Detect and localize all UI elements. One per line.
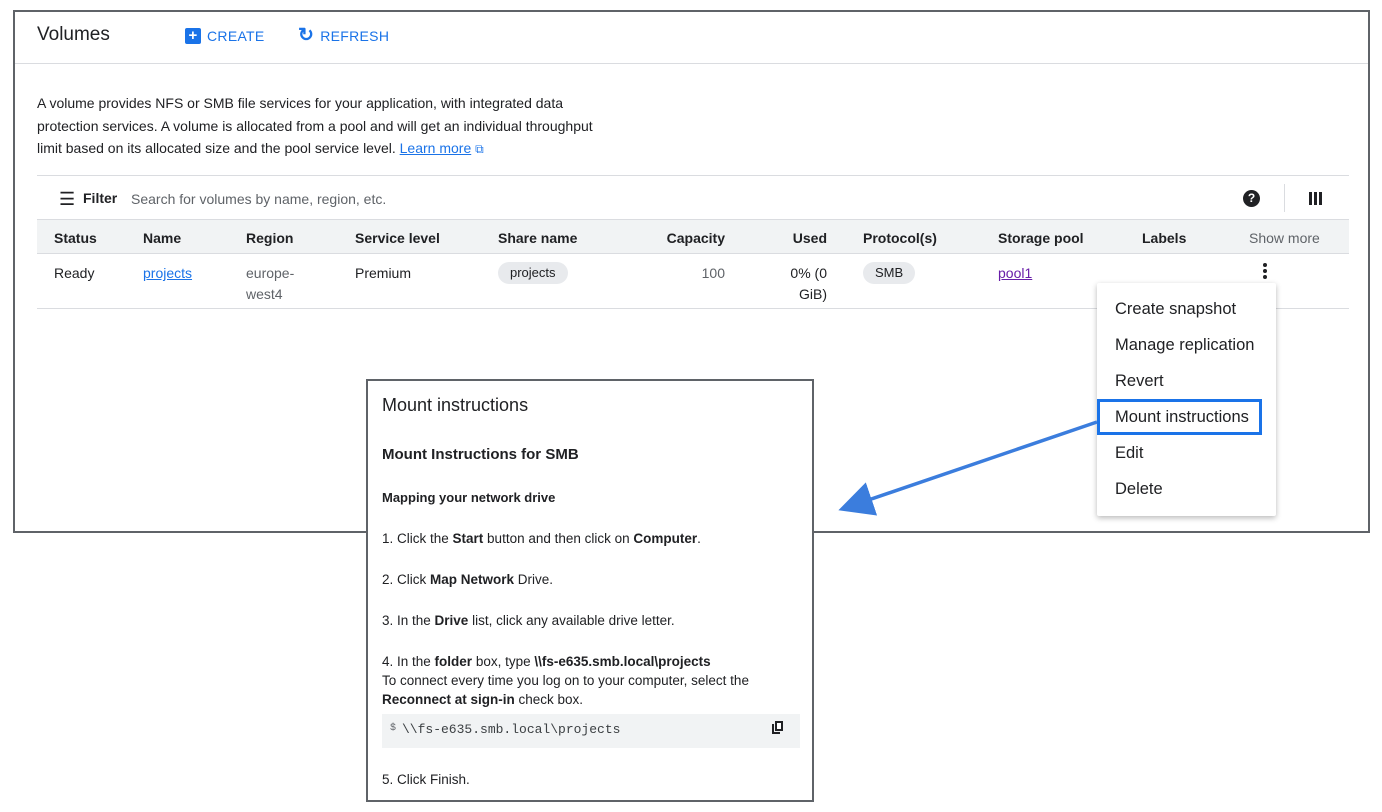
- toolbar-divider: [1284, 184, 1285, 212]
- menu-item-create-snapshot[interactable]: Create snapshot: [1097, 291, 1276, 327]
- column-header-name[interactable]: Name: [143, 230, 181, 246]
- plus-icon: +: [185, 28, 201, 44]
- menu-item-mount-instructions[interactable]: Mount instructions: [1097, 399, 1262, 435]
- column-header-used[interactable]: Used: [757, 230, 827, 246]
- step-4-path: \\fs-e635.smb.local\projects: [534, 654, 711, 669]
- volume-description: A volume provides NFS or SMB file servic…: [37, 92, 597, 161]
- create-button[interactable]: + CREATE: [185, 28, 265, 44]
- step-4-text-g: check box.: [514, 692, 584, 707]
- column-header-share-name[interactable]: Share name: [498, 230, 577, 246]
- mount-instructions-dialog: Mount instructions Mount Instructions fo…: [366, 379, 814, 802]
- dialog-title: Mount instructions: [382, 395, 529, 415]
- step-4-text-a: 4. In the: [382, 654, 435, 669]
- column-header-status[interactable]: Status: [54, 230, 97, 246]
- capacity-cell: 100: [701, 265, 725, 281]
- page-header: Volumes + CREATE ↻ REFRESH: [15, 12, 1368, 64]
- step-1-start: Start: [452, 531, 484, 546]
- step-4-reconnect: Reconnect at sign-in: [382, 692, 515, 707]
- step-3-text-a: 3. In the: [382, 613, 435, 628]
- step-2: 2. Click Map Network Drive.: [382, 570, 802, 589]
- column-header-service-level[interactable]: Service level: [355, 230, 440, 246]
- menu-item-delete[interactable]: Delete: [1097, 471, 1276, 507]
- step-3: 3. In the Drive list, click any availabl…: [382, 611, 802, 630]
- column-header-storage-pool[interactable]: Storage pool: [998, 230, 1084, 246]
- refresh-button[interactable]: ↻ REFRESH: [298, 26, 389, 45]
- protocol-chip: SMB: [863, 262, 916, 284]
- volume-name-link[interactable]: projects: [143, 263, 192, 284]
- step-1: 1. Click the Start button and then click…: [382, 529, 802, 548]
- column-header-capacity[interactable]: Capacity: [637, 230, 725, 246]
- mount-command-text[interactable]: \\fs-e635.smb.local\projects: [402, 722, 620, 737]
- step-2-text-c: Drive.: [514, 572, 554, 587]
- table-header: Status Name Region Service level Share n…: [37, 220, 1349, 254]
- region-line-1: europe-: [246, 265, 295, 281]
- step-4-text-e: To connect every time you log on to your…: [382, 673, 749, 688]
- step-4-folder: folder: [434, 654, 473, 669]
- step-4: 4. In the folder box, type \\fs-e635.smb…: [382, 652, 802, 709]
- column-header-protocols[interactable]: Protocol(s): [863, 230, 937, 246]
- page-title: Volumes: [37, 24, 110, 45]
- help-icon[interactable]: ?: [1243, 190, 1260, 207]
- row-actions-menu: Create snapshot Manage replication Rever…: [1097, 283, 1276, 516]
- region-cell: europe- west4: [246, 263, 294, 305]
- share-name-chip: projects: [498, 262, 568, 284]
- code-prompt: $: [390, 723, 397, 734]
- menu-item-manage-replication[interactable]: Manage replication: [1097, 327, 1276, 363]
- step-1-computer: Computer: [633, 531, 698, 546]
- step-2-map-network: Map Network: [430, 572, 515, 587]
- refresh-button-label: REFRESH: [320, 27, 390, 44]
- filter-label[interactable]: Filter: [83, 190, 117, 206]
- filter-search-input[interactable]: [129, 187, 529, 211]
- column-display-icon[interactable]: [1309, 192, 1322, 205]
- filter-icon[interactable]: ☰: [59, 189, 75, 210]
- learn-more-link[interactable]: Learn more: [400, 140, 472, 156]
- column-header-labels[interactable]: Labels: [1142, 230, 1186, 246]
- step-1-text-a: 1. Click the: [382, 531, 453, 546]
- show-more-columns[interactable]: Show more: [1249, 230, 1320, 246]
- step-5: 5. Click Finish.: [382, 772, 470, 787]
- service-level-cell: Premium: [355, 265, 412, 281]
- external-link-icon: ⧉: [475, 142, 484, 156]
- filter-bar: ☰ Filter ?: [37, 175, 1349, 220]
- dialog-section-heading: Mapping your network drive: [382, 490, 556, 505]
- menu-item-edit[interactable]: Edit: [1097, 435, 1276, 471]
- create-button-label: CREATE: [207, 28, 265, 44]
- status-cell: Ready: [54, 265, 95, 281]
- used-line-2: GiB): [799, 286, 827, 302]
- refresh-icon: ↻: [298, 25, 315, 46]
- step-1-text-c: button and then click on: [483, 531, 634, 546]
- description-text: A volume provides NFS or SMB file servic…: [37, 95, 593, 156]
- step-3-text-c: list, click any available drive letter.: [468, 613, 675, 628]
- step-3-drive: Drive: [434, 613, 469, 628]
- step-1-text-e: .: [697, 531, 701, 546]
- mount-command-code-block: $ \\fs-e635.smb.local\projects: [382, 714, 800, 748]
- column-header-region[interactable]: Region: [246, 230, 293, 246]
- storage-pool-link[interactable]: pool1: [998, 263, 1032, 284]
- copy-icon[interactable]: [772, 721, 784, 735]
- more-actions-icon[interactable]: [1260, 263, 1270, 285]
- used-line-1: 0% (0: [790, 265, 827, 281]
- menu-item-revert[interactable]: Revert: [1097, 363, 1276, 399]
- step-2-text-a: 2. Click: [382, 572, 431, 587]
- region-line-2: west4: [246, 286, 283, 302]
- used-cell: 0% (0 GiB): [757, 263, 827, 305]
- dialog-subtitle: Mount Instructions for SMB: [382, 446, 579, 463]
- step-4-text-c: box, type: [472, 654, 535, 669]
